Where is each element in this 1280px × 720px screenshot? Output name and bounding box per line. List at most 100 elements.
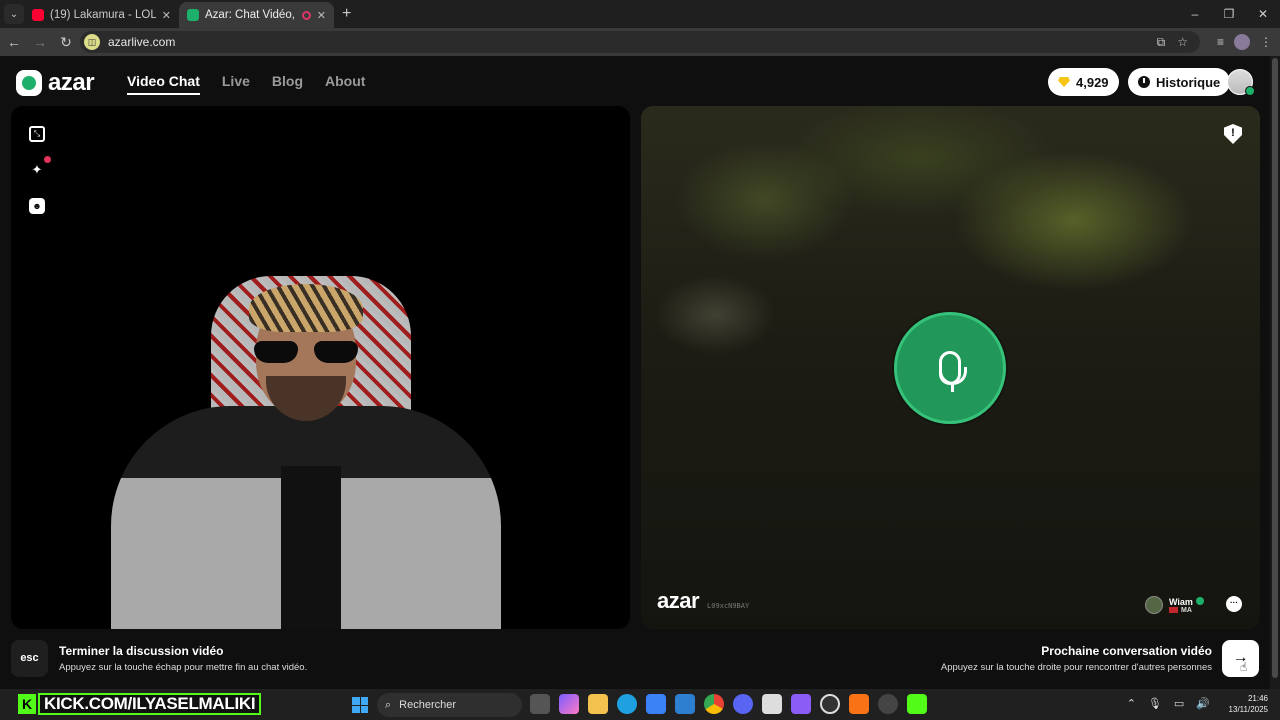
photos-icon[interactable] (762, 694, 782, 714)
azar-logo[interactable]: azar (16, 69, 95, 97)
next-chat-hint: Prochaine conversation vidéo Appuyez sur… (941, 644, 1212, 673)
kick-overlay: K KICK.COM/ILYASELMALIKI (18, 693, 262, 715)
nav-live[interactable]: Live (222, 73, 250, 95)
local-user-camera (71, 276, 541, 629)
microphone-button[interactable] (894, 312, 1006, 424)
tab-azar[interactable]: Azar: Chat Vidéo, Rencontre ✕ (179, 2, 334, 28)
morocco-flag-icon (1169, 607, 1178, 613)
gems-button[interactable]: 4,929 (1048, 68, 1119, 96)
taskbar-apps (530, 694, 927, 714)
new-tab-button[interactable]: + (342, 5, 351, 23)
page-scrollbar[interactable] (1270, 56, 1280, 689)
url-text: azarlive.com (108, 35, 176, 49)
kick-logo-icon: K (18, 694, 36, 714)
edge-icon[interactable] (617, 694, 637, 714)
esc-key-button[interactable]: esc (11, 640, 48, 677)
taskbar-search[interactable]: ⌕ Rechercher (377, 693, 522, 717)
azar-watermark: azar L09xcN9BAY (657, 588, 749, 614)
kick-channel-text: KICK.COM/ILYASELMALIKI (38, 693, 262, 715)
system-tray: ⌃ 🎙 ▭ 🔊 (1127, 697, 1210, 710)
end-chat-title: Terminer la discussion vidéo (59, 644, 224, 658)
clock-icon (1138, 76, 1150, 88)
report-shield-icon[interactable]: ! (1224, 124, 1242, 144)
tab-title: (19) Lakamura - LOLE LOLE Jam (50, 9, 156, 21)
close-window-icon[interactable]: ✕ (1246, 0, 1280, 28)
nav-about[interactable]: About (325, 73, 365, 95)
task-view-icon[interactable] (530, 694, 550, 714)
azar-icon (187, 9, 199, 21)
sunglasses (254, 341, 358, 363)
game-controller-icon[interactable] (791, 694, 811, 714)
peer-info[interactable]: Wiam MA (1145, 596, 1204, 614)
chevron-up-icon[interactable]: ⌃ (1127, 697, 1136, 710)
kick-app-icon[interactable] (907, 694, 927, 714)
local-video: ⤡ ✦ ☻ (11, 106, 630, 629)
history-label: Historique (1156, 74, 1221, 90)
youtube-icon (32, 9, 44, 21)
file-explorer-icon[interactable] (588, 694, 608, 714)
tab-search-button[interactable]: ⌄ (4, 4, 24, 24)
azar-app: azar Video Chat Live Blog About 4,929 Hi… (0, 56, 1270, 689)
windows-taskbar: K KICK.COM/ILYASELMALIKI ⌕ Rechercher ⌃ … (0, 689, 1280, 720)
video-tools: ⤡ ✦ ☻ (29, 126, 51, 214)
install-app-icon[interactable]: ⧉ (1157, 35, 1166, 50)
browser-toolbar: ← → ↻ ◫ azarlive.com ⧉ ☆ ≡ ⋮ (0, 28, 1280, 56)
address-bar[interactable]: ◫ azarlive.com ⧉ ☆ (80, 31, 1200, 53)
chat-bubble-icon[interactable]: ··· (1226, 596, 1242, 612)
recording-icon (301, 10, 311, 20)
forward-icon[interactable]: → (28, 34, 52, 50)
mouse-cursor-icon: ☝ (1240, 660, 1248, 674)
app-orange-icon[interactable] (849, 694, 869, 714)
hair (249, 284, 363, 332)
user-avatar[interactable] (1227, 69, 1255, 96)
window-controls: – ❐ ✕ (1178, 0, 1280, 28)
minimize-video-icon[interactable]: ⤡ (29, 126, 45, 142)
microphone-tray-icon[interactable]: 🎙 (1148, 697, 1162, 710)
azar-logo-icon (16, 70, 42, 96)
close-icon[interactable]: ✕ (317, 9, 326, 22)
gem-icon (1058, 77, 1070, 87)
effects-sparkle-icon[interactable]: ✦ (29, 156, 51, 178)
peer-avatar (1145, 596, 1163, 614)
history-button[interactable]: Historique (1128, 68, 1231, 96)
clock-date: 13/11/2025 (1228, 705, 1268, 714)
restore-icon[interactable]: ❐ (1212, 0, 1246, 28)
taskbar-clock[interactable]: 21:46 13/11/2025 (1229, 693, 1268, 715)
face-filter-icon[interactable]: ☻ (29, 198, 45, 214)
media-control-icon[interactable]: ≡ (1217, 35, 1224, 49)
verified-icon (1195, 596, 1204, 605)
logo-text: azar (48, 69, 95, 96)
peer-country: MA (1181, 606, 1192, 614)
jacket (111, 406, 501, 629)
close-icon[interactable]: ✕ (162, 9, 171, 22)
menu-icon[interactable]: ⋮ (1260, 35, 1272, 49)
next-chat-subtitle: Appuyez sur la touche droite pour rencon… (940, 662, 1212, 673)
store-icon[interactable] (646, 694, 666, 714)
end-chat-hint: Terminer la discussion vidéo Appuyez sur… (59, 644, 307, 673)
bookmark-star-icon[interactable]: ☆ (1177, 35, 1188, 49)
tab-youtube[interactable]: (19) Lakamura - LOLE LOLE Jam ✕ (24, 2, 179, 28)
next-chat-title: Prochaine conversation vidéo (1041, 644, 1212, 658)
remote-video: ! azar L09xcN9BAY Wiam MA ··· (641, 106, 1260, 629)
peer-name: Wiam (1169, 596, 1193, 607)
mail-icon[interactable] (675, 694, 695, 714)
discord-icon[interactable] (733, 694, 753, 714)
network-icon[interactable]: ▭ (1174, 697, 1184, 710)
nav-video-chat[interactable]: Video Chat (127, 73, 200, 95)
obs-icon[interactable] (820, 694, 840, 714)
main-nav: Video Chat Live Blog About (127, 73, 365, 95)
minimize-icon[interactable]: – (1178, 0, 1212, 28)
copilot-icon[interactable] (559, 694, 579, 714)
back-icon[interactable]: ← (2, 34, 26, 50)
app-dark-icon[interactable] (878, 694, 898, 714)
volume-icon[interactable]: 🔊 (1196, 697, 1210, 710)
site-info-icon[interactable]: ◫ (84, 34, 100, 50)
browser-tabstrip: ⌄ (19) Lakamura - LOLE LOLE Jam ✕ Azar: … (0, 0, 1280, 28)
reload-icon[interactable]: ↻ (54, 34, 78, 51)
chrome-icon[interactable] (704, 694, 724, 714)
end-chat-subtitle: Appuyez sur la touche échap pour mettre … (59, 662, 308, 673)
windows-start-icon[interactable] (352, 697, 368, 713)
notification-dot (44, 156, 51, 163)
nav-blog[interactable]: Blog (272, 73, 303, 95)
profile-icon[interactable] (1234, 34, 1250, 50)
